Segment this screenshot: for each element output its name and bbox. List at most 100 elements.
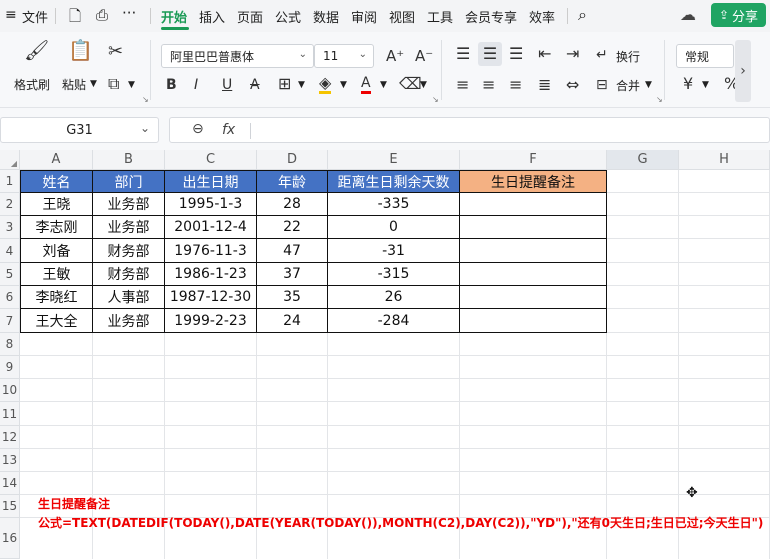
row-header-11[interactable]: 11 (0, 402, 20, 426)
name-box[interactable]: G31 ⌄ (0, 117, 159, 143)
table-cell[interactable]: 0 (328, 216, 460, 239)
hamburger-icon[interactable]: ≡ (5, 7, 17, 23)
table-cell[interactable] (460, 239, 607, 263)
format-painter-label[interactable]: 格式刷 (14, 76, 50, 93)
table-cell[interactable]: 26 (328, 286, 460, 309)
table-cell[interactable]: 业务部 (93, 216, 165, 239)
table-cell[interactable] (460, 286, 607, 309)
tab-home[interactable]: 开始 (161, 7, 187, 26)
row-header-16[interactable]: 16 (0, 518, 20, 559)
column-header-b[interactable]: B (93, 150, 165, 170)
column-header-g[interactable]: G (607, 150, 679, 170)
corner-arrow-icon[interactable]: ↘ (142, 95, 149, 104)
table-cell[interactable]: 王大全 (20, 309, 93, 333)
justify-icon[interactable]: ≣ (538, 77, 551, 93)
row-header-4[interactable]: 4 (0, 239, 20, 263)
column-header-e[interactable]: E (328, 150, 460, 170)
table-cell[interactable]: -284 (328, 309, 460, 333)
row-header-3[interactable]: 3 (0, 216, 20, 239)
zoom-icon[interactable]: ⊖ (192, 121, 204, 137)
align-right-icon[interactable]: ≡ (509, 77, 522, 93)
table-header-cell[interactable]: 距离生日剩余天数 (328, 170, 460, 193)
align-left-icon[interactable]: ≡ (456, 77, 469, 93)
italic-icon[interactable]: I (194, 77, 198, 93)
column-header-d[interactable]: D (257, 150, 328, 170)
table-cell[interactable]: -315 (328, 263, 460, 286)
table-cell[interactable]: 24 (257, 309, 328, 333)
font-size-select[interactable]: 11 ⌄ (314, 44, 374, 68)
increase-font-icon[interactable]: A⁺ (386, 48, 404, 64)
row-header-15[interactable]: 15 (0, 495, 20, 518)
font-color-icon[interactable]: A (361, 75, 371, 94)
indent-decrease-icon[interactable]: ⇤ (538, 46, 551, 62)
ribbon-scroll-right[interactable]: › (735, 40, 751, 102)
table-cell[interactable]: 李志刚 (20, 216, 93, 239)
align-center-icon[interactable]: ≡ (482, 77, 495, 93)
table-cell[interactable]: 1986-1-23 (165, 263, 257, 286)
table-cell[interactable]: 28 (257, 193, 328, 216)
table-cell[interactable]: -31 (328, 239, 460, 263)
border-icon[interactable]: ⊞ (278, 76, 291, 92)
table-cell[interactable] (460, 216, 607, 239)
tab-member[interactable]: 会员专享 (465, 7, 517, 26)
font-name-select[interactable]: 阿里巴巴普惠体 ⌄ (161, 44, 314, 68)
row-header-7[interactable]: 7 (0, 309, 20, 333)
row-header-2[interactable]: 2 (0, 193, 20, 216)
table-cell[interactable] (460, 193, 607, 216)
table-cell[interactable]: 2001-12-4 (165, 216, 257, 239)
table-header-cell[interactable]: 生日提醒备注 (460, 170, 607, 193)
paste-label[interactable]: 粘贴 (62, 76, 86, 93)
table-cell[interactable]: 人事部 (93, 286, 165, 309)
distributed-icon[interactable]: ⇔ (566, 77, 579, 93)
row-header-9[interactable]: 9 (0, 356, 20, 379)
column-header-c[interactable]: C (165, 150, 257, 170)
wrap-text-icon[interactable]: ↵ (596, 47, 608, 63)
table-cell[interactable]: 财务部 (93, 239, 165, 263)
tab-efficiency[interactable]: 效率 (529, 7, 555, 26)
table-cell[interactable]: 刘备 (20, 239, 93, 263)
table-cell[interactable]: 35 (257, 286, 328, 309)
number-format-select[interactable]: 常规 (676, 44, 734, 68)
table-cell[interactable]: 王敏 (20, 263, 93, 286)
table-header-cell[interactable]: 部门 (93, 170, 165, 193)
format-painter-icon[interactable]: 🖌 (24, 40, 49, 60)
share-button[interactable]: ⇪ 分享 (711, 3, 766, 27)
more-icon[interactable]: ··· (122, 4, 136, 22)
chevron-down-icon[interactable]: ▼ (128, 80, 135, 90)
search-icon[interactable]: ⌕ (578, 5, 587, 25)
table-header-cell[interactable]: 姓名 (20, 170, 93, 193)
table-cell[interactable]: 业务部 (93, 193, 165, 216)
currency-icon[interactable]: ¥ (683, 76, 693, 92)
table-cell[interactable]: 1976-11-3 (165, 239, 257, 263)
decrease-font-icon[interactable]: A⁻ (415, 48, 433, 64)
cut-icon[interactable]: ✂ (108, 43, 123, 61)
row-header-6[interactable]: 6 (0, 286, 20, 309)
table-header-cell[interactable]: 年龄 (257, 170, 328, 193)
chevron-down-icon[interactable]: ▼ (702, 80, 709, 90)
wrap-text-label[interactable]: 换行 (616, 48, 640, 65)
chevron-down-icon[interactable]: ▼ (340, 80, 347, 90)
chevron-down-icon[interactable]: ▼ (298, 80, 305, 90)
table-cell[interactable]: 王晓 (20, 193, 93, 216)
table-cell[interactable]: 47 (257, 239, 328, 263)
table-cell[interactable]: 1999-2-23 (165, 309, 257, 333)
table-cell[interactable]: -335 (328, 193, 460, 216)
spreadsheet-grid[interactable]: ◢ ABCDEFGH 1 2 3 4 5 6 7 8 9 10 11 12 13 14 15 16 姓名 部门出… (0, 150, 770, 559)
table-cell[interactable]: 37 (257, 263, 328, 286)
underline-icon[interactable]: U (222, 77, 232, 93)
merge-label[interactable]: 合并 (616, 77, 640, 94)
column-header-h[interactable]: H (679, 150, 770, 170)
table-cell[interactable]: 22 (257, 216, 328, 239)
table-cell[interactable]: 1987-12-30 (165, 286, 257, 309)
table-cell[interactable] (460, 309, 607, 333)
fill-color-icon[interactable]: ◈ (319, 75, 332, 94)
merge-icon[interactable]: ⊟ (596, 77, 608, 93)
column-header-a[interactable]: A (20, 150, 93, 170)
corner-arrow-icon[interactable]: ↘ (432, 95, 439, 104)
tab-formula[interactable]: 公式 (275, 7, 301, 26)
formula-input-area[interactable]: ⊖ fx (169, 117, 770, 143)
tab-insert[interactable]: 插入 (199, 7, 225, 26)
row-header-13[interactable]: 13 (0, 449, 20, 472)
chevron-down-icon[interactable]: ▼ (645, 80, 652, 90)
row-header-14[interactable]: 14 (0, 472, 20, 495)
